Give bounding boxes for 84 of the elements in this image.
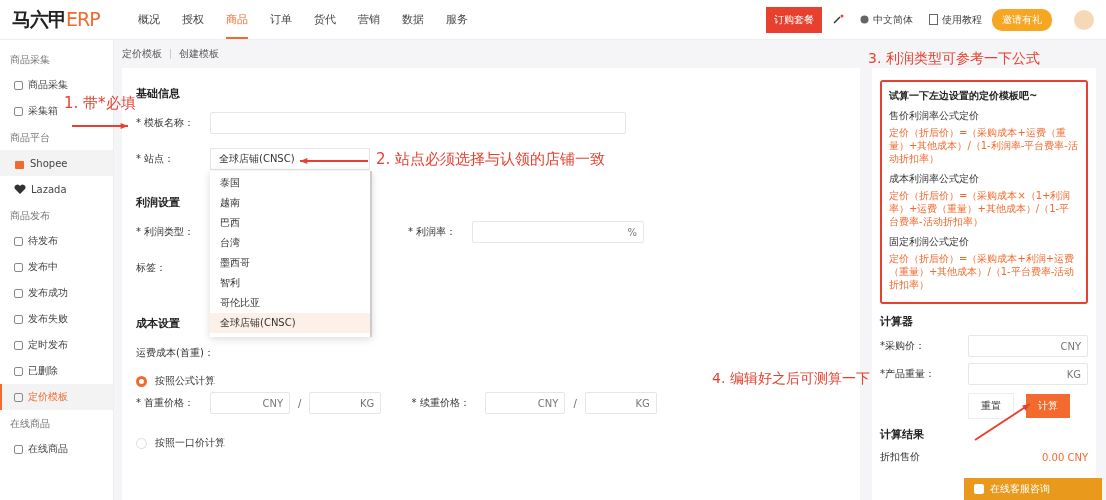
nav-tab[interactable]: 营销 [358, 0, 380, 39]
input-field[interactable]: KG [968, 363, 1088, 385]
sidebar-item[interactable]: 待发布 [0, 228, 62, 254]
breadcrumb-item: 创建模板 [179, 47, 219, 61]
dropdown-option[interactable]: 台湾 [210, 233, 370, 253]
radio-button[interactable] [136, 375, 147, 387]
sidebar-item[interactable]: 发布中 [0, 254, 62, 280]
sidebar-item[interactable]: 定时发布 [0, 332, 72, 358]
nav-tab[interactable]: 服务 [446, 0, 468, 39]
sidebar-item[interactable]: Lazada [0, 176, 71, 202]
section-title: 成本设置 [136, 316, 180, 331]
logo: 马六甲 ERP [12, 6, 101, 32]
field-label: * 站点： [136, 152, 176, 166]
annotation-arrow [71, 122, 129, 130]
language-select[interactable]: 中文简体 [860, 12, 913, 27]
field-label: 运费成本(首重)： [136, 346, 214, 360]
formula-text: 定价（折后价）=（采购成本+利润+运费（重量）+其他成本）/（1-平台费率-活动折扣率） [889, 252, 1076, 291]
nav-tab[interactable]: 订单 [270, 0, 292, 39]
section-title: 基础信息 [136, 86, 180, 100]
annotation-text: 4. 编辑好之后可测算一下 [712, 370, 870, 388]
nav-tab[interactable]: 数据 [402, 0, 424, 39]
section-title: 利润设置 [136, 195, 180, 210]
dropdown-option[interactable]: 智利 [210, 273, 370, 293]
field-label: * 利润率： [408, 225, 458, 239]
field-label: * 模板名称： [136, 116, 196, 130]
field-label: * 利润类型： [136, 225, 196, 239]
sidebar-item[interactable]: Shopee [0, 150, 113, 176]
breadcrumb-item[interactable]: 定价模板 [122, 47, 162, 61]
radio-label: 按照公式计算 [155, 374, 215, 388]
separator-text: / [573, 397, 577, 409]
dropdown-option[interactable]: 哥伦比亚 [210, 293, 370, 313]
field-label: *产品重量： [880, 367, 935, 381]
sidebar-heading: 商品平台 [9, 131, 51, 145]
nav-tab[interactable]: 货代 [314, 0, 336, 39]
dropdown-option[interactable]: 泰国 [210, 173, 370, 193]
sidebar-item[interactable]: 采集箱 [0, 98, 62, 124]
nav-tab[interactable]: 授权 [182, 0, 204, 39]
sidebar-item[interactable]: 已删除 [0, 358, 62, 384]
sidebar-heading: 在线商品 [9, 417, 51, 431]
formula-name: 固定利润公式定价 [889, 235, 970, 249]
brush-icon[interactable] [832, 13, 844, 26]
annotation-text: 1. 带*必填 [64, 94, 136, 113]
sidebar-heading: 商品采集 [9, 53, 51, 67]
formula-text: 定价（折后价）=（采购成本+运费（重量）+其他成本）/（1-利润率-平台费率-活动折扣率） [889, 126, 1079, 165]
field-label: 标签： [136, 261, 167, 275]
result-label: 折扣售价 [880, 450, 920, 464]
formula-name: 售价利润率公式定价 [889, 109, 980, 123]
input-field[interactable]: KG [309, 392, 382, 414]
avatar[interactable] [1074, 9, 1094, 30]
annotation-arrow [299, 157, 369, 165]
separator-text: / [298, 397, 302, 409]
nav-tab[interactable]: 概况 [138, 0, 160, 39]
formula-name: 成本利润率公式定价 [889, 172, 980, 186]
field-label: *采购价： [880, 339, 925, 353]
section-title: 计算结果 [880, 427, 924, 442]
dropdown-option[interactable]: 越南 [210, 193, 370, 213]
panel-title: 试算一下左边设置的定价模板吧~ [889, 89, 1039, 103]
sidebar-item[interactable]: 在线商品 [0, 436, 72, 462]
annotation-text: 3. 利润类型可参考一下公式 [868, 50, 1040, 68]
dropdown-option[interactable]: 全球店铺(CNSC) [210, 313, 370, 333]
section-title: 计算器 [880, 314, 913, 329]
input-field[interactable]: % [472, 221, 644, 243]
sidebar-heading: 商品发布 [9, 209, 51, 223]
input-field[interactable]: CNY [485, 392, 566, 414]
chat-icon [974, 484, 984, 494]
input-field[interactable]: CNY [210, 392, 290, 414]
input-field[interactable]: CNY [968, 335, 1088, 357]
sidebar-item[interactable]: 发布失败 [0, 306, 72, 332]
document-icon [929, 14, 938, 25]
annotation-text: 2. 站点必须选择与认领的店铺一致 [376, 150, 606, 169]
dropdown-option[interactable]: 巴西 [210, 213, 370, 233]
field-label: * 续重价格： [411, 396, 471, 410]
order-button[interactable]: 订购套餐 [766, 6, 822, 33]
dropdown-option[interactable]: 墨西哥 [210, 253, 370, 273]
tutorial-link[interactable]: 使用教程 [929, 12, 982, 27]
sidebar-item[interactable]: 发布成功 [0, 280, 72, 306]
result-value: 0.00 CNY [1042, 451, 1088, 463]
radio-label: 按照一口价计算 [155, 436, 225, 450]
heart-icon [14, 183, 26, 195]
input-field[interactable] [210, 112, 626, 134]
field-label: * 首重价格： [136, 396, 196, 410]
reset-button[interactable]: 重置 [968, 393, 1014, 419]
formula-text: 定价（折后价）=（采购成本×（1+利润率）+运费（重量）+其他成本）/（1-平台费率-活动折扣率） [889, 189, 1072, 228]
input-field[interactable]: KG [584, 392, 657, 414]
